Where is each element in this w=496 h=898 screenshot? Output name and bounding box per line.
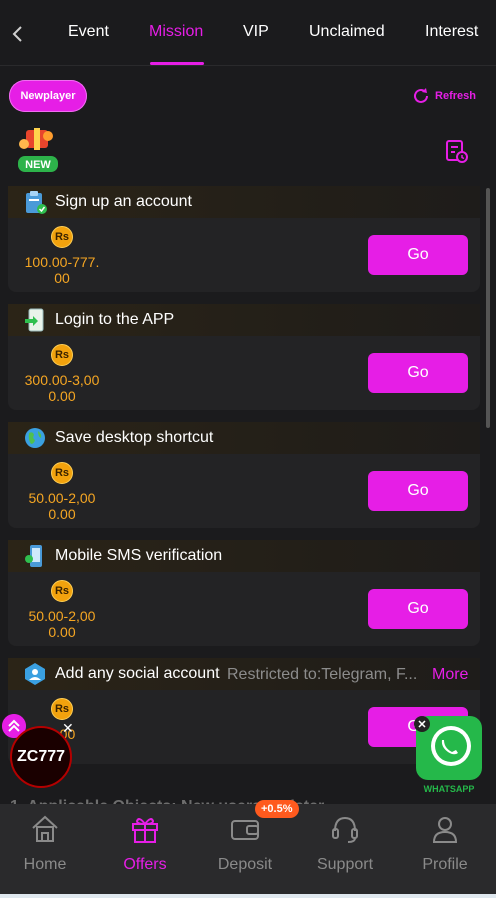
nav-label: Support <box>316 856 374 873</box>
task-header: Save desktop shortcut <box>8 422 480 454</box>
task-header: Mobile SMS verification <box>8 540 480 572</box>
wallet-icon <box>231 820 259 840</box>
task-header: Add any social account Restricted to:Tel… <box>8 658 480 690</box>
task-title: Login to the APP <box>55 311 175 328</box>
task-card: Add any social account Restricted to:Tel… <box>8 658 480 764</box>
clipboard-check-icon <box>26 191 47 214</box>
task-body: Rs 50.00-2,00 0.00 Go <box>8 454 480 528</box>
task-title: Sign up an account <box>55 193 192 210</box>
nav-label: Home <box>23 856 67 873</box>
rupee-coin-icon: Rs <box>51 580 73 602</box>
headset-icon <box>332 816 358 843</box>
task-header: Sign up an account <box>8 186 480 218</box>
tab-interest[interactable]: Interest <box>425 23 478 41</box>
task-title: Add any social account <box>55 665 220 682</box>
task-body: Rs 100.00-777. 00 Go <box>8 218 480 292</box>
nav-support[interactable]: Support <box>300 812 390 874</box>
nav-label: Deposit <box>217 856 273 873</box>
reward-amount: 50.00-2,00 0.00 <box>28 490 96 522</box>
rupee-coin-icon: Rs <box>51 698 73 720</box>
rupee-coin-icon: Rs <box>51 462 73 484</box>
task-body: Rs 2,000 Go <box>8 690 480 764</box>
bottom-strip <box>0 894 496 898</box>
task-card: Mobile SMS verification Rs 50.00-2,00 0.0… <box>8 540 480 646</box>
reward-amount: 300.00-3,00 0.00 <box>24 372 100 404</box>
task-title: Mobile SMS verification <box>55 547 223 564</box>
nav-label: Profile <box>422 856 468 873</box>
task-card: Save desktop shortcut Rs 50.00-2,00 0.00 … <box>8 422 480 528</box>
refresh-icon <box>414 88 429 103</box>
go-button[interactable]: Go <box>368 471 468 511</box>
task-list: Sign up an account Rs 100.00-777. 00 Go L… <box>8 186 480 806</box>
task-header: Login to the APP <box>8 304 480 336</box>
nav-offers[interactable]: Offers <box>100 812 190 874</box>
tab-vip[interactable]: VIP <box>243 23 269 41</box>
nav-profile[interactable]: Profile <box>400 812 490 874</box>
svg-text:NEW: NEW <box>25 159 51 171</box>
nav-home[interactable]: Home <box>0 812 90 874</box>
task-body: Rs 50.00-2,00 0.00 Go <box>8 572 480 646</box>
task-body: Rs 300.00-3,00 0.00 Go <box>8 336 480 410</box>
user-icon <box>432 817 458 843</box>
more-link[interactable]: More <box>432 666 468 684</box>
task-restriction: Restricted to:Telegram, F... <box>227 666 418 683</box>
reward-amount: 100.00-777. 00 <box>24 254 100 286</box>
category-chip-newplayer[interactable]: Newplayer <box>9 80 87 112</box>
tab-event[interactable]: Event <box>68 23 109 41</box>
social-icon <box>25 663 45 685</box>
task-title: Save desktop shortcut <box>55 429 214 446</box>
svg-text:WHATSAPP: WHATSAPP <box>424 784 475 794</box>
records-icon[interactable] <box>443 138 469 164</box>
close-icon[interactable]: ✕ <box>62 720 74 737</box>
rupee-coin-icon: Rs <box>51 226 73 248</box>
app-window: Event Mission VIP Unclaimed Interest New… <box>0 0 496 898</box>
gift-icon <box>132 818 158 843</box>
nav-label: Offers <box>123 856 167 873</box>
back-arrow-icon[interactable] <box>8 22 28 46</box>
phone-login-icon <box>25 308 44 332</box>
home-icon <box>32 815 58 842</box>
task-card: Sign up an account Rs 100.00-777. 00 Go <box>8 186 480 292</box>
tab-unclaimed[interactable]: Unclaimed <box>309 23 385 41</box>
deposit-bonus-badge: +0.5% <box>255 800 299 818</box>
refresh-label: Refresh <box>435 90 476 102</box>
bottom-nav: Home Offers Deposit Support Profile <box>0 804 496 894</box>
globe-icon <box>25 428 45 448</box>
scrollbar[interactable] <box>486 188 490 428</box>
tab-mission[interactable]: Mission <box>149 23 203 41</box>
svg-text:✕: ✕ <box>417 719 426 731</box>
top-tab-bar: Event Mission VIP Unclaimed Interest <box>0 0 496 66</box>
rupee-coin-icon: Rs <box>51 344 73 366</box>
refresh-button[interactable]: Refresh <box>411 86 476 106</box>
whatsapp-icon[interactable]: ✕ WHATSAPP <box>414 714 484 796</box>
reward-amount: 50.00-2,00 0.00 <box>28 608 96 640</box>
active-tab-indicator <box>150 62 204 65</box>
go-button[interactable]: Go <box>368 589 468 629</box>
go-button[interactable]: Go <box>368 353 468 393</box>
phone-sms-icon <box>25 545 42 567</box>
new-gift-badge-icon: NEW <box>18 128 58 172</box>
task-card: Login to the APP Rs 300.00-3,00 0.00 Go <box>8 304 480 410</box>
nav-deposit[interactable]: Deposit <box>200 812 290 874</box>
go-button[interactable]: Go <box>368 235 468 275</box>
